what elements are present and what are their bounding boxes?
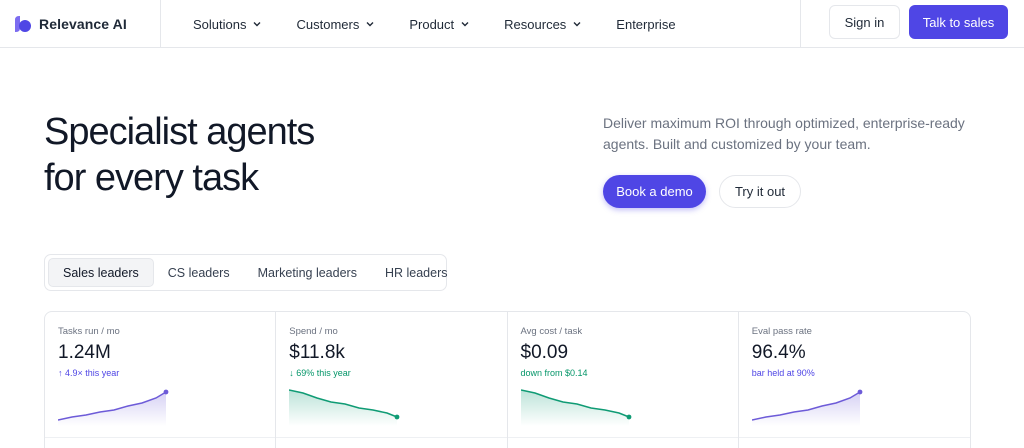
sparkline-endpoint <box>857 389 863 395</box>
metrics-panel: Tasks run / mo 1.24M ↑ 4.9× this year Sp… <box>44 311 971 448</box>
metric-label: Spend / mo <box>289 326 338 337</box>
tab-sales-leaders[interactable]: Sales leaders <box>48 258 154 287</box>
chevron-down-icon <box>253 22 261 27</box>
nav-item-customers[interactable]: Customers <box>296 17 375 32</box>
nav-item-label: Solutions <box>193 16 247 32</box>
nav-item-label: Resources <box>504 16 567 32</box>
nav-item-enterprise[interactable]: Enterprise <box>616 17 675 32</box>
logo[interactable]: Relevance AI <box>0 0 161 48</box>
sparkline-down-icon <box>520 389 631 426</box>
hero-title-line-1: Specialist agents <box>44 111 315 153</box>
sparkline-area <box>289 390 398 426</box>
sparkline-area <box>520 390 629 426</box>
nav-item-product[interactable]: Product <box>409 17 470 32</box>
relevance-logo-icon <box>12 14 32 34</box>
sparkline-up-icon <box>751 389 863 426</box>
metric-value: $0.09 <box>520 342 569 363</box>
talk-to-sales-button[interactable]: Talk to sales <box>909 5 1008 39</box>
nav-item-label: Enterprise <box>616 16 676 32</box>
metric-value: $11.8k <box>289 342 345 363</box>
sparkline-area <box>58 392 166 426</box>
nav-item-solutions[interactable]: Solutions <box>193 17 262 32</box>
metric-card-avg-cost: Avg cost / task $0.09 down from $0.14 <box>508 312 739 448</box>
chevron-down-icon <box>366 22 374 27</box>
metric-label: Tasks run / mo <box>58 326 120 337</box>
hero-subtitle: Deliver maximum ROI through optimized, e… <box>603 115 965 152</box>
sparkline-up-icon <box>58 389 169 426</box>
metric-value: 96.4% <box>751 342 806 363</box>
sparkline-area <box>751 392 860 426</box>
metric-delta: down from $0.14 <box>520 368 588 378</box>
nav-item-label: Customers <box>296 16 360 32</box>
tab-cs-leaders[interactable]: CS leaders <box>154 258 244 287</box>
chevron-down-icon <box>573 22 581 27</box>
nav-item-resources[interactable]: Resources <box>504 17 582 32</box>
chevron-down-icon <box>461 22 469 27</box>
metric-card-eval: Eval pass rate 96.4% bar held at 90% <box>739 312 970 448</box>
metric-delta: bar held at 90% <box>751 368 815 378</box>
persona-tabs: Sales leaders CS leaders Marketing leade… <box>44 254 447 291</box>
main-nav: Solutions Customers Product Resources En… <box>193 0 710 48</box>
metric-label: Avg cost / task <box>520 326 583 337</box>
hero-title-line-2: for every task <box>44 157 259 199</box>
sparkline-endpoint <box>626 414 631 420</box>
metric-card-tasks: Tasks run / mo 1.24M ↑ 4.9× this year <box>45 312 277 448</box>
header-actions: Sign in Talk to sales <box>800 0 1024 48</box>
book-demo-button[interactable]: Book a demo <box>603 175 706 208</box>
sparkline-endpoint <box>394 414 400 420</box>
tab-marketing-leaders[interactable]: Marketing leaders <box>244 258 371 287</box>
brand-name: Relevance AI <box>39 16 127 32</box>
site-header: Relevance AI Solutions Customers Product… <box>0 0 1024 48</box>
tab-hr-leaders[interactable]: HR leaders <box>371 258 462 287</box>
try-it-out-button[interactable]: Try it out <box>719 175 801 208</box>
metric-value: 1.24M <box>58 342 111 363</box>
sign-in-button[interactable]: Sign in <box>829 5 900 39</box>
metric-card-spend: Spend / mo $11.8k ↓ 69% this year <box>276 312 508 448</box>
sparkline-down-icon <box>289 389 400 426</box>
metric-label: Eval pass rate <box>751 326 812 337</box>
sparkline-endpoint <box>163 389 169 395</box>
hero-title: Specialist agents for every task <box>44 109 424 201</box>
metric-delta: ↓ 69% this year <box>289 368 351 378</box>
metric-delta: ↑ 4.9× this year <box>58 368 120 378</box>
nav-item-label: Product <box>409 16 455 32</box>
